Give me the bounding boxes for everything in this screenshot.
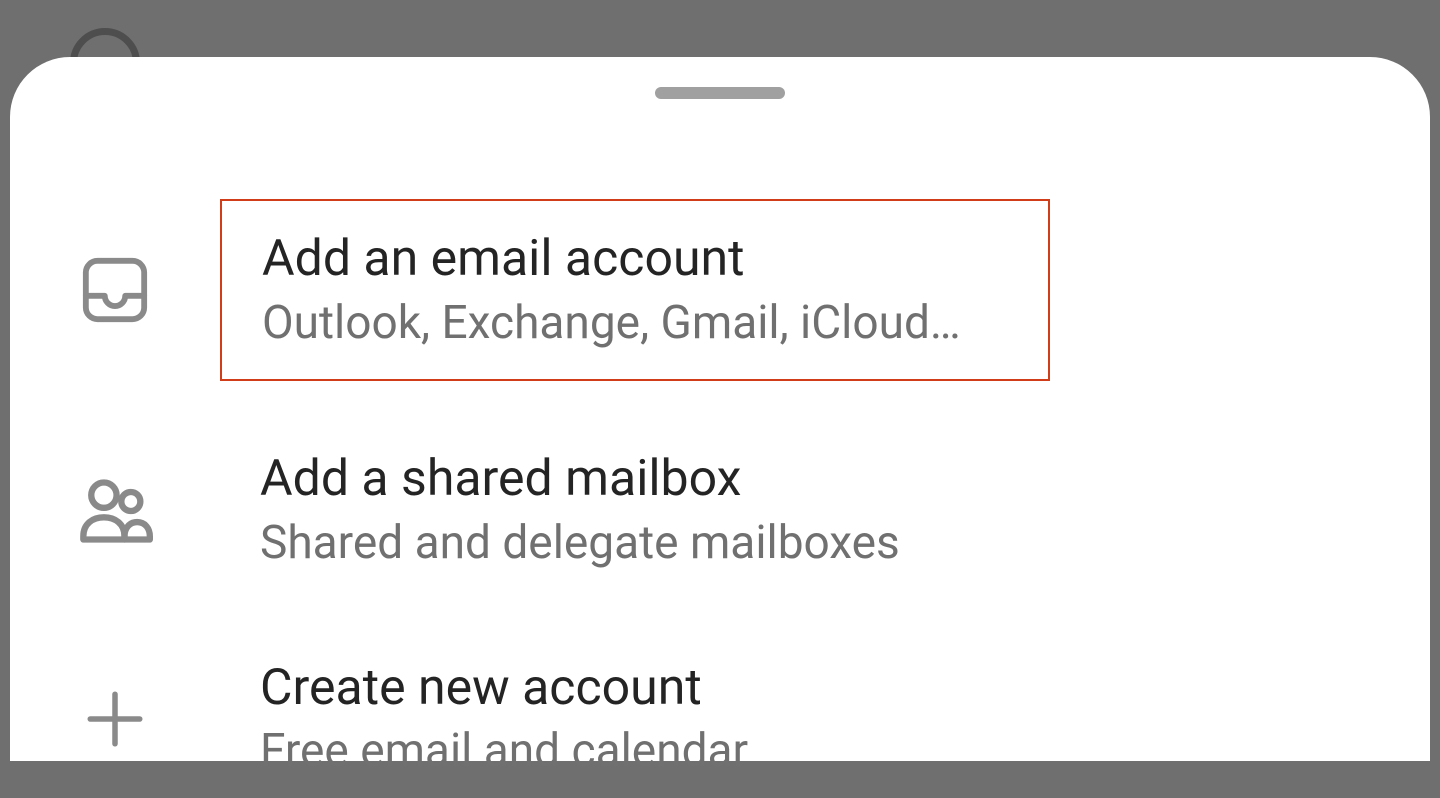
inbox-tray-icon [60, 255, 170, 325]
option-add-email-account-text: Add an email account Outlook, Exchange, … [220, 199, 1050, 381]
plus-icon [60, 686, 170, 752]
option-title: Create new account [260, 660, 748, 718]
option-title: Add an email account [262, 231, 1008, 289]
option-add-shared-mailbox-text: Add a shared mailbox Shared and delegate… [170, 451, 900, 569]
drag-handle[interactable] [655, 87, 785, 99]
bottom-sheet: Add an email account Outlook, Exchange, … [10, 57, 1430, 761]
option-create-new-account[interactable]: Create new account Free email and calend… [10, 640, 1430, 798]
option-subtitle: Shared and delegate mailboxes [260, 517, 900, 570]
option-subtitle: Free email and calendar [260, 725, 748, 778]
options-list: Add an email account Outlook, Exchange, … [10, 99, 1430, 798]
option-subtitle: Outlook, Exchange, Gmail, iCloud… [262, 297, 1008, 350]
option-create-new-account-text: Create new account Free email and calend… [170, 660, 748, 778]
people-icon [60, 473, 170, 549]
option-add-email-account[interactable]: Add an email account Outlook, Exchange, … [10, 179, 1430, 401]
option-title: Add a shared mailbox [260, 451, 900, 509]
option-add-shared-mailbox[interactable]: Add a shared mailbox Shared and delegate… [10, 431, 1430, 589]
